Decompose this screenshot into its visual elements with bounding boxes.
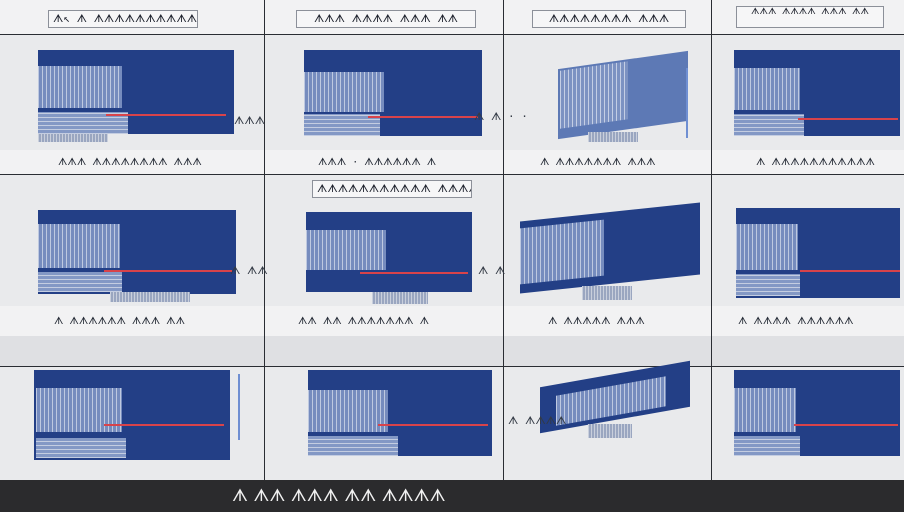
row3-gap-band (0, 336, 904, 366)
figure-stripes-h (736, 274, 800, 296)
figure-base (372, 292, 428, 304)
row1-caption-3: ᗑ ᗑᗑᗑᗑᗑᗑᗑ ᗑᗑᗑ (540, 157, 656, 168)
figure-redline (106, 114, 226, 116)
row1-title-3: ᗑᗑᗑᗑᗑᗑᗑᗑ ᗑᗑᗑ (532, 10, 686, 28)
figure-stripes (734, 388, 796, 432)
figure-r3c4 (720, 368, 902, 466)
figure-stripes (734, 68, 800, 110)
column-divider-2 (503, 0, 504, 480)
footer-text: ᗑ ᗑᗑ ᗑᗑᗑ ᗑᗑ ᗑᗑᗑᗑ (232, 486, 446, 506)
figure-stripes-h (308, 436, 398, 456)
row1-caption-1: ᗑᗑᗑ ᗑᗑᗑᗑᗑᗑᗑᗑ ᗑᗑᗑ (58, 157, 202, 168)
footer-bar: ᗑ ᗑᗑ ᗑᗑᗑ ᗑᗑ ᗑᗑᗑᗑ (0, 480, 904, 512)
figure-stripes-h (734, 436, 800, 456)
column-divider-3 (711, 0, 712, 480)
figure-stripes-h (734, 114, 804, 136)
figure-redline (794, 424, 898, 426)
figure-redline (378, 424, 488, 426)
figure-r3c1 (16, 368, 242, 466)
row1-side-mark-1: ᗑᗑᗑ (234, 114, 266, 127)
column-divider-1 (264, 0, 265, 480)
row2-side-mark-2: ᗑ ᗑ (478, 264, 506, 277)
figure-edge (238, 374, 240, 440)
figure-redline (800, 270, 900, 272)
row1-caption-4: ᗑ ᗑᗑᗑᗑᗑᗑᗑᗑᗑᗑᗑ (756, 157, 875, 168)
figure-stripes (304, 72, 384, 112)
row1-caption-2: ᗑᗑᗑ · ᗑᗑᗑᗑᗑᗑ ᗑ (318, 157, 437, 168)
row1-title-2: ᗑᗑᗑ ᗑᗑᗑᗑ ᗑᗑᗑ ᗑᗑ (296, 10, 476, 28)
figure-r2c3 (506, 202, 706, 304)
row2-caption-3: ᗑ ᗑᗑᗑᗑᗑ ᗑᗑᗑ (548, 316, 645, 327)
figure-base (582, 286, 632, 300)
figure-redline (368, 116, 478, 118)
figure-stripes (306, 230, 386, 270)
row2-caption-2: ᗑᗑ ᗑᗑ ᗑᗑᗑᗑᗑᗑᗑ ᗑ (298, 316, 429, 327)
figure-base (588, 132, 638, 142)
row1-title-1: ᗑ↖ ᗑ ᗑᗑᗑᗑᗑᗑᗑᗑᗑᗑ (48, 10, 198, 28)
figure-base (588, 424, 632, 438)
figure-stripes-h (38, 272, 122, 292)
figure-redline (798, 118, 898, 120)
row-divider-1 (0, 34, 904, 35)
figure-stripes (308, 390, 388, 432)
row2-caption-1: ᗑ ᗑᗑᗑᗑᗑᗑ ᗑᗑᗑ ᗑᗑ (54, 316, 185, 327)
figure-edge (686, 68, 688, 138)
figure-r2c2 (290, 208, 490, 306)
figure-r1c3 (548, 50, 698, 144)
figure-stripes (38, 224, 120, 268)
row3-side-mark-1: ᗑ ᗑᗑᗑᗑ (508, 414, 567, 427)
figure-redline (104, 424, 224, 426)
figure-base (110, 292, 190, 302)
row1-title-4: ᗑᗑᗑ ᗑᗑᗑᗑ ᗑᗑᗑ ᗑᗑ (736, 6, 884, 28)
row2-center-title: ᗑᗑᗑᗑᗑᗑᗑᗑᗑᗑᗑ ᗑᗑᗑᗑ (312, 180, 472, 198)
thumbnail-grid: ᗑ↖ ᗑ ᗑᗑᗑᗑᗑᗑᗑᗑᗑᗑ ᗑᗑᗑ ᗑᗑᗑᗑ ᗑᗑᗑ ᗑᗑ ᗑᗑᗑᗑᗑᗑᗑᗑ… (0, 0, 904, 480)
row2-caption-4: ᗑ ᗑᗑᗑᗑ ᗑᗑᗑᗑᗑᗑ (738, 316, 854, 327)
figure-r2c4 (720, 204, 902, 304)
row1-side-mark-2: ᗑ ᗑ · · (474, 110, 528, 123)
figure-r2c1 (20, 204, 240, 304)
figure-r1c2 (290, 48, 490, 144)
figure-redline (360, 272, 468, 274)
figure-base (38, 134, 108, 142)
figure-redline (104, 270, 232, 272)
figure-stripes (736, 224, 798, 270)
figure-stripes-h (36, 438, 126, 458)
row-divider-2 (0, 174, 904, 175)
figure-r1c4 (718, 46, 902, 144)
row2-side-mark-1: ᗑ ᗑᗑ (230, 264, 268, 277)
figure-stripes (560, 61, 628, 129)
figure-stripes (520, 219, 604, 285)
figure-r3c2 (292, 368, 498, 466)
figure-r1c1 (20, 48, 238, 144)
figure-stripes (38, 66, 122, 108)
row-divider-3 (0, 366, 904, 367)
